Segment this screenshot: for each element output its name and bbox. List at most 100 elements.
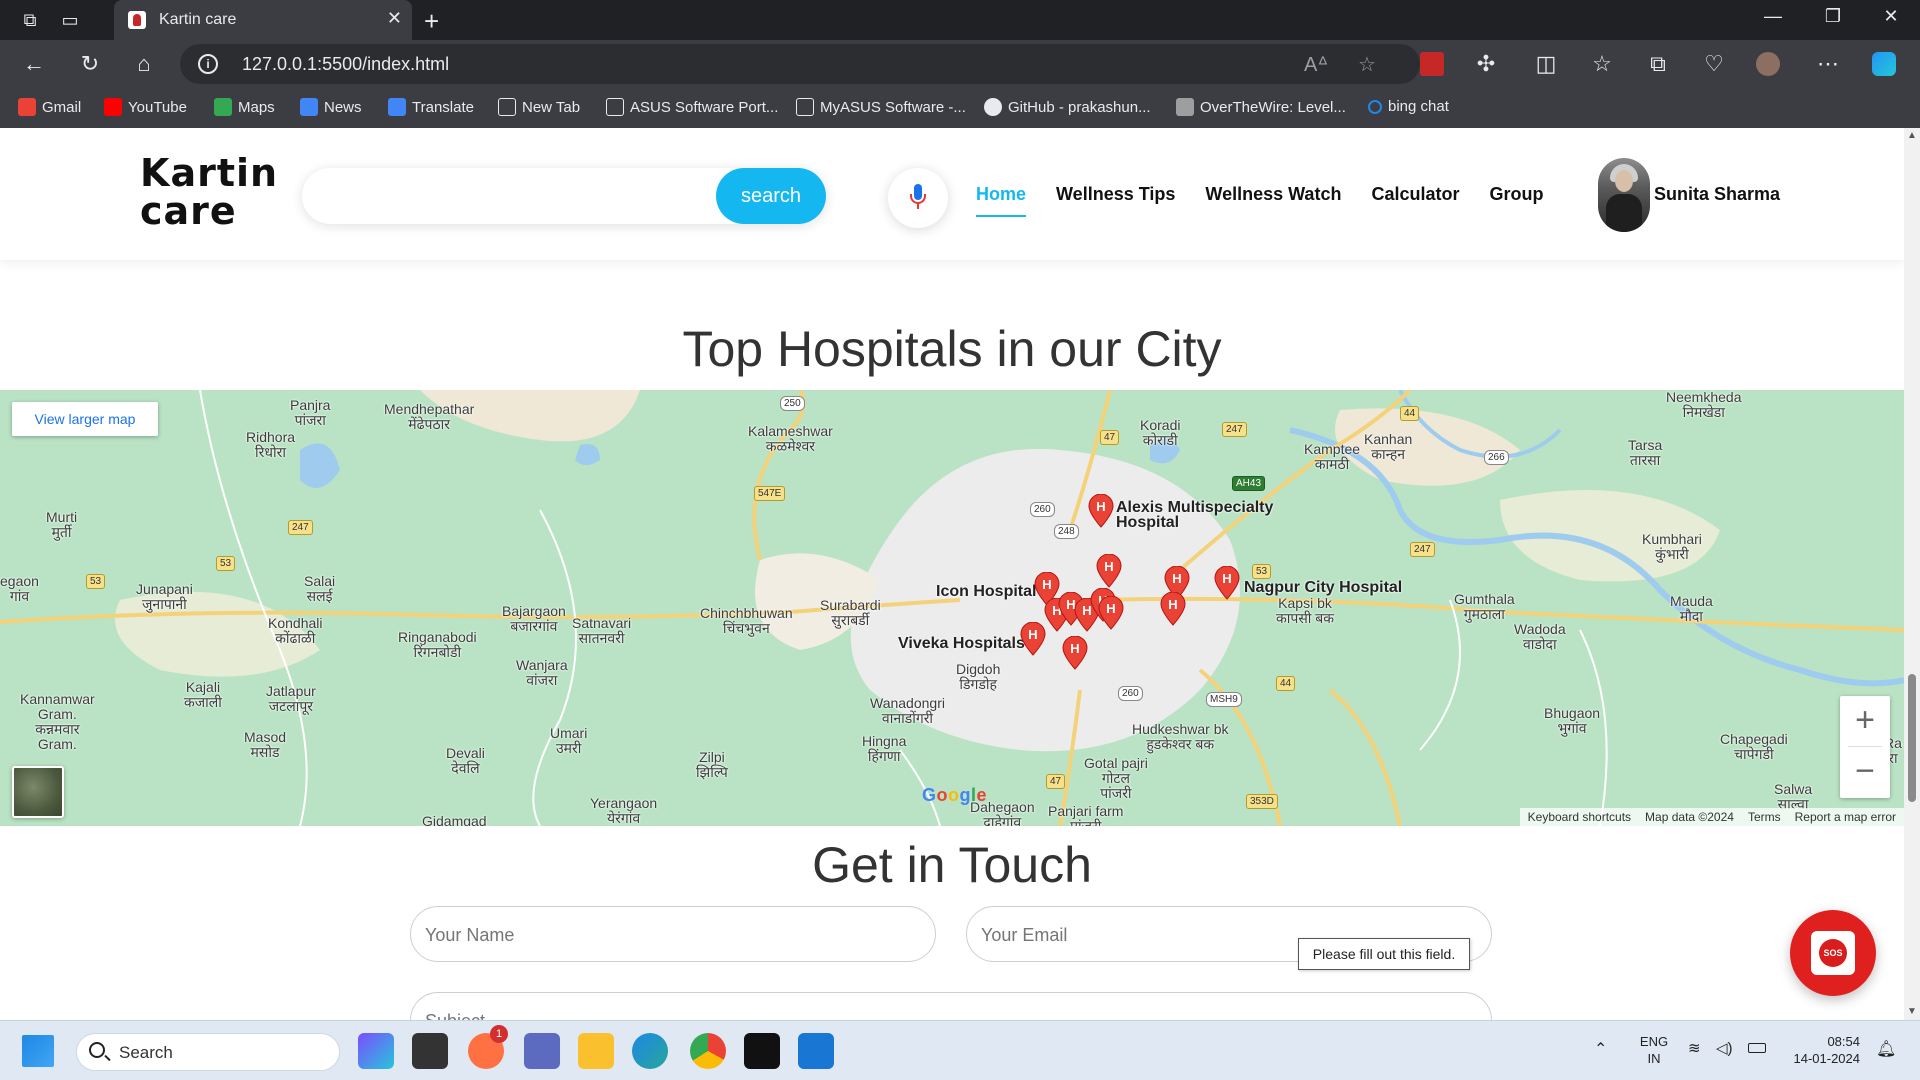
bookmark-translate[interactable]: Translate: [388, 98, 474, 116]
tab-actions-icon[interactable]: ▭: [58, 8, 82, 32]
logo-line-2: care: [140, 189, 237, 233]
sos-button[interactable]: SOS: [1790, 910, 1876, 996]
battery-icon[interactable]: [1748, 1043, 1766, 1053]
chrome-icon[interactable]: [690, 1033, 726, 1069]
scroll-up-icon[interactable]: ▲: [1907, 130, 1917, 141]
hospital-pin-icon[interactable]: H: [1062, 636, 1088, 670]
new-tab-icon[interactable]: +: [424, 6, 439, 37]
microphone-stem-icon: [917, 204, 919, 209]
bookmark-github[interactable]: GitHub - prakashun...: [984, 98, 1151, 116]
hospital-label-viveka[interactable]: Viveka Hospitals: [898, 636, 1025, 652]
hospital-label-nagpur-city[interactable]: Nagpur City Hospital: [1244, 580, 1402, 596]
windows-start-icon[interactable]: [22, 1035, 54, 1067]
nav-group[interactable]: Group: [1489, 184, 1543, 217]
validation-tooltip: Please fill out this field.: [1298, 938, 1470, 970]
nav-wellness-tips[interactable]: Wellness Tips: [1056, 184, 1175, 217]
bookmark-bing-chat[interactable]: bing chat: [1368, 98, 1449, 115]
terminal-icon[interactable]: [744, 1033, 780, 1069]
site-logo[interactable]: Kartin care: [140, 154, 278, 230]
more-menu-icon[interactable]: ⋯: [1814, 50, 1842, 78]
address-bar[interactable]: i 127.0.0.1:5500/index.html Aᐞ ☆: [180, 44, 1420, 84]
hospital-pin-icon[interactable]: H: [1160, 592, 1186, 626]
task-view-icon[interactable]: [412, 1033, 448, 1069]
close-tab-icon[interactable]: ✕: [387, 8, 402, 29]
vscode-icon[interactable]: [798, 1033, 834, 1069]
nav-calculator[interactable]: Calculator: [1371, 184, 1459, 217]
report-map-error-link[interactable]: Report a map error: [1795, 810, 1896, 824]
bookmark-label: MyASUS Software -...: [820, 98, 966, 116]
volume-icon[interactable]: ◁): [1716, 1039, 1733, 1057]
minimize-icon[interactable]: —: [1758, 6, 1788, 27]
restore-icon[interactable]: ❐: [1818, 6, 1848, 27]
taskbar-search[interactable]: Search: [76, 1033, 340, 1071]
site-info-icon[interactable]: i: [198, 54, 218, 74]
hospital-label-alexis[interactable]: Alexis Multispecialty Hospital: [1116, 500, 1273, 531]
bookmark-label: Gmail: [42, 98, 82, 116]
scrollbar-thumb[interactable]: [1908, 674, 1916, 802]
copilot-pre-icon[interactable]: [358, 1033, 394, 1069]
bookmark-maps[interactable]: Maps: [214, 98, 275, 116]
extension-icon[interactable]: [1420, 52, 1444, 76]
zoom-in-button[interactable]: +: [1840, 696, 1890, 746]
collections-icon[interactable]: ⧉: [1644, 50, 1672, 78]
language-indicator[interactable]: ENG IN: [1634, 1033, 1674, 1067]
place-label: Kondhali कोंढाळी: [268, 615, 323, 646]
clock[interactable]: 08:54 14-01-2024: [1776, 1033, 1861, 1067]
hospital-label-icon[interactable]: Icon Hospital: [936, 584, 1036, 600]
scroll-down-icon[interactable]: ▼: [1907, 1006, 1917, 1017]
firefox-icon[interactable]: 1: [468, 1025, 508, 1069]
hospital-pin-icon[interactable]: H: [1088, 494, 1114, 528]
teams-icon[interactable]: [524, 1033, 560, 1069]
page-icon: [498, 98, 516, 116]
voice-search-button[interactable]: [888, 168, 948, 228]
satellite-toggle[interactable]: [12, 766, 64, 818]
nav-wellness-watch[interactable]: Wellness Watch: [1205, 184, 1341, 217]
nav-home[interactable]: Home: [976, 184, 1027, 217]
wifi-icon[interactable]: ≋: [1688, 1039, 1701, 1057]
bookmark-news[interactable]: News: [300, 98, 362, 116]
favorite-star-icon[interactable]: ☆: [1358, 52, 1376, 77]
copilot-icon[interactable]: [1872, 52, 1896, 76]
bookmark-myasus[interactable]: MyASUS Software -...: [796, 98, 966, 116]
split-screen-icon[interactable]: ◫: [1532, 50, 1560, 78]
hospital-pin-icon[interactable]: H: [1098, 596, 1124, 630]
close-window-icon[interactable]: ✕: [1876, 6, 1906, 27]
bookmark-new-tab[interactable]: New Tab: [498, 98, 580, 116]
hospital-pin-icon[interactable]: H: [1020, 622, 1046, 656]
url-text[interactable]: 127.0.0.1:5500/index.html: [242, 54, 449, 75]
hospital-pin-icon[interactable]: H: [1096, 554, 1122, 588]
view-larger-map-link[interactable]: View larger map: [12, 402, 158, 436]
bookmark-asus[interactable]: ASUS Software Port...: [606, 98, 778, 116]
place-label: Gumthala गुमठाला: [1454, 591, 1515, 622]
subject-input[interactable]: [425, 1007, 1397, 1020]
workspaces-icon[interactable]: ⧉: [18, 8, 42, 32]
refresh-icon[interactable]: ↻: [76, 50, 104, 78]
tab-kartin-care[interactable]: Kartin care ✕: [114, 0, 412, 40]
browser-essentials-icon[interactable]: ♡: [1700, 50, 1728, 78]
chevron-up-icon[interactable]: ⌃: [1594, 1039, 1607, 1059]
bookmark-overthewire[interactable]: OverTheWire: Level...: [1176, 98, 1346, 116]
place-label: Kapsi bk कापसी बक: [1276, 595, 1335, 626]
user-avatar[interactable]: [1598, 158, 1650, 232]
back-icon[interactable]: ←: [20, 50, 48, 78]
hospital-pin-icon[interactable]: H: [1214, 566, 1240, 600]
profile-avatar-icon[interactable]: [1756, 52, 1780, 76]
name-input[interactable]: [425, 921, 897, 949]
user-name[interactable]: Sunita Sharma: [1654, 184, 1780, 205]
edge-icon[interactable]: [632, 1033, 668, 1069]
favorites-icon[interactable]: ☆: [1588, 50, 1616, 78]
extensions-puzzle-icon[interactable]: ✣: [1472, 50, 1500, 78]
bookmark-gmail[interactable]: Gmail: [18, 98, 81, 116]
read-aloud-icon[interactable]: Aᐞ: [1304, 52, 1328, 77]
home-icon[interactable]: ⌂: [130, 50, 158, 78]
search-button[interactable]: search: [716, 168, 826, 224]
notification-bell-icon[interactable]: 🔔︎: [1876, 1039, 1896, 1059]
terms-link[interactable]: Terms: [1748, 810, 1781, 824]
bookmark-youtube[interactable]: YouTube: [104, 98, 187, 116]
search-input[interactable]: [322, 176, 702, 216]
hospitals-map[interactable]: 250 247 47 44 AH43 266 547E 260 248 247 …: [0, 390, 1904, 826]
file-explorer-icon[interactable]: [578, 1033, 614, 1069]
zoom-out-button[interactable]: −: [1840, 747, 1890, 797]
page-scrollbar[interactable]: ▲ ▼: [1904, 128, 1920, 1020]
keyboard-shortcuts-link[interactable]: Keyboard shortcuts: [1528, 810, 1631, 824]
